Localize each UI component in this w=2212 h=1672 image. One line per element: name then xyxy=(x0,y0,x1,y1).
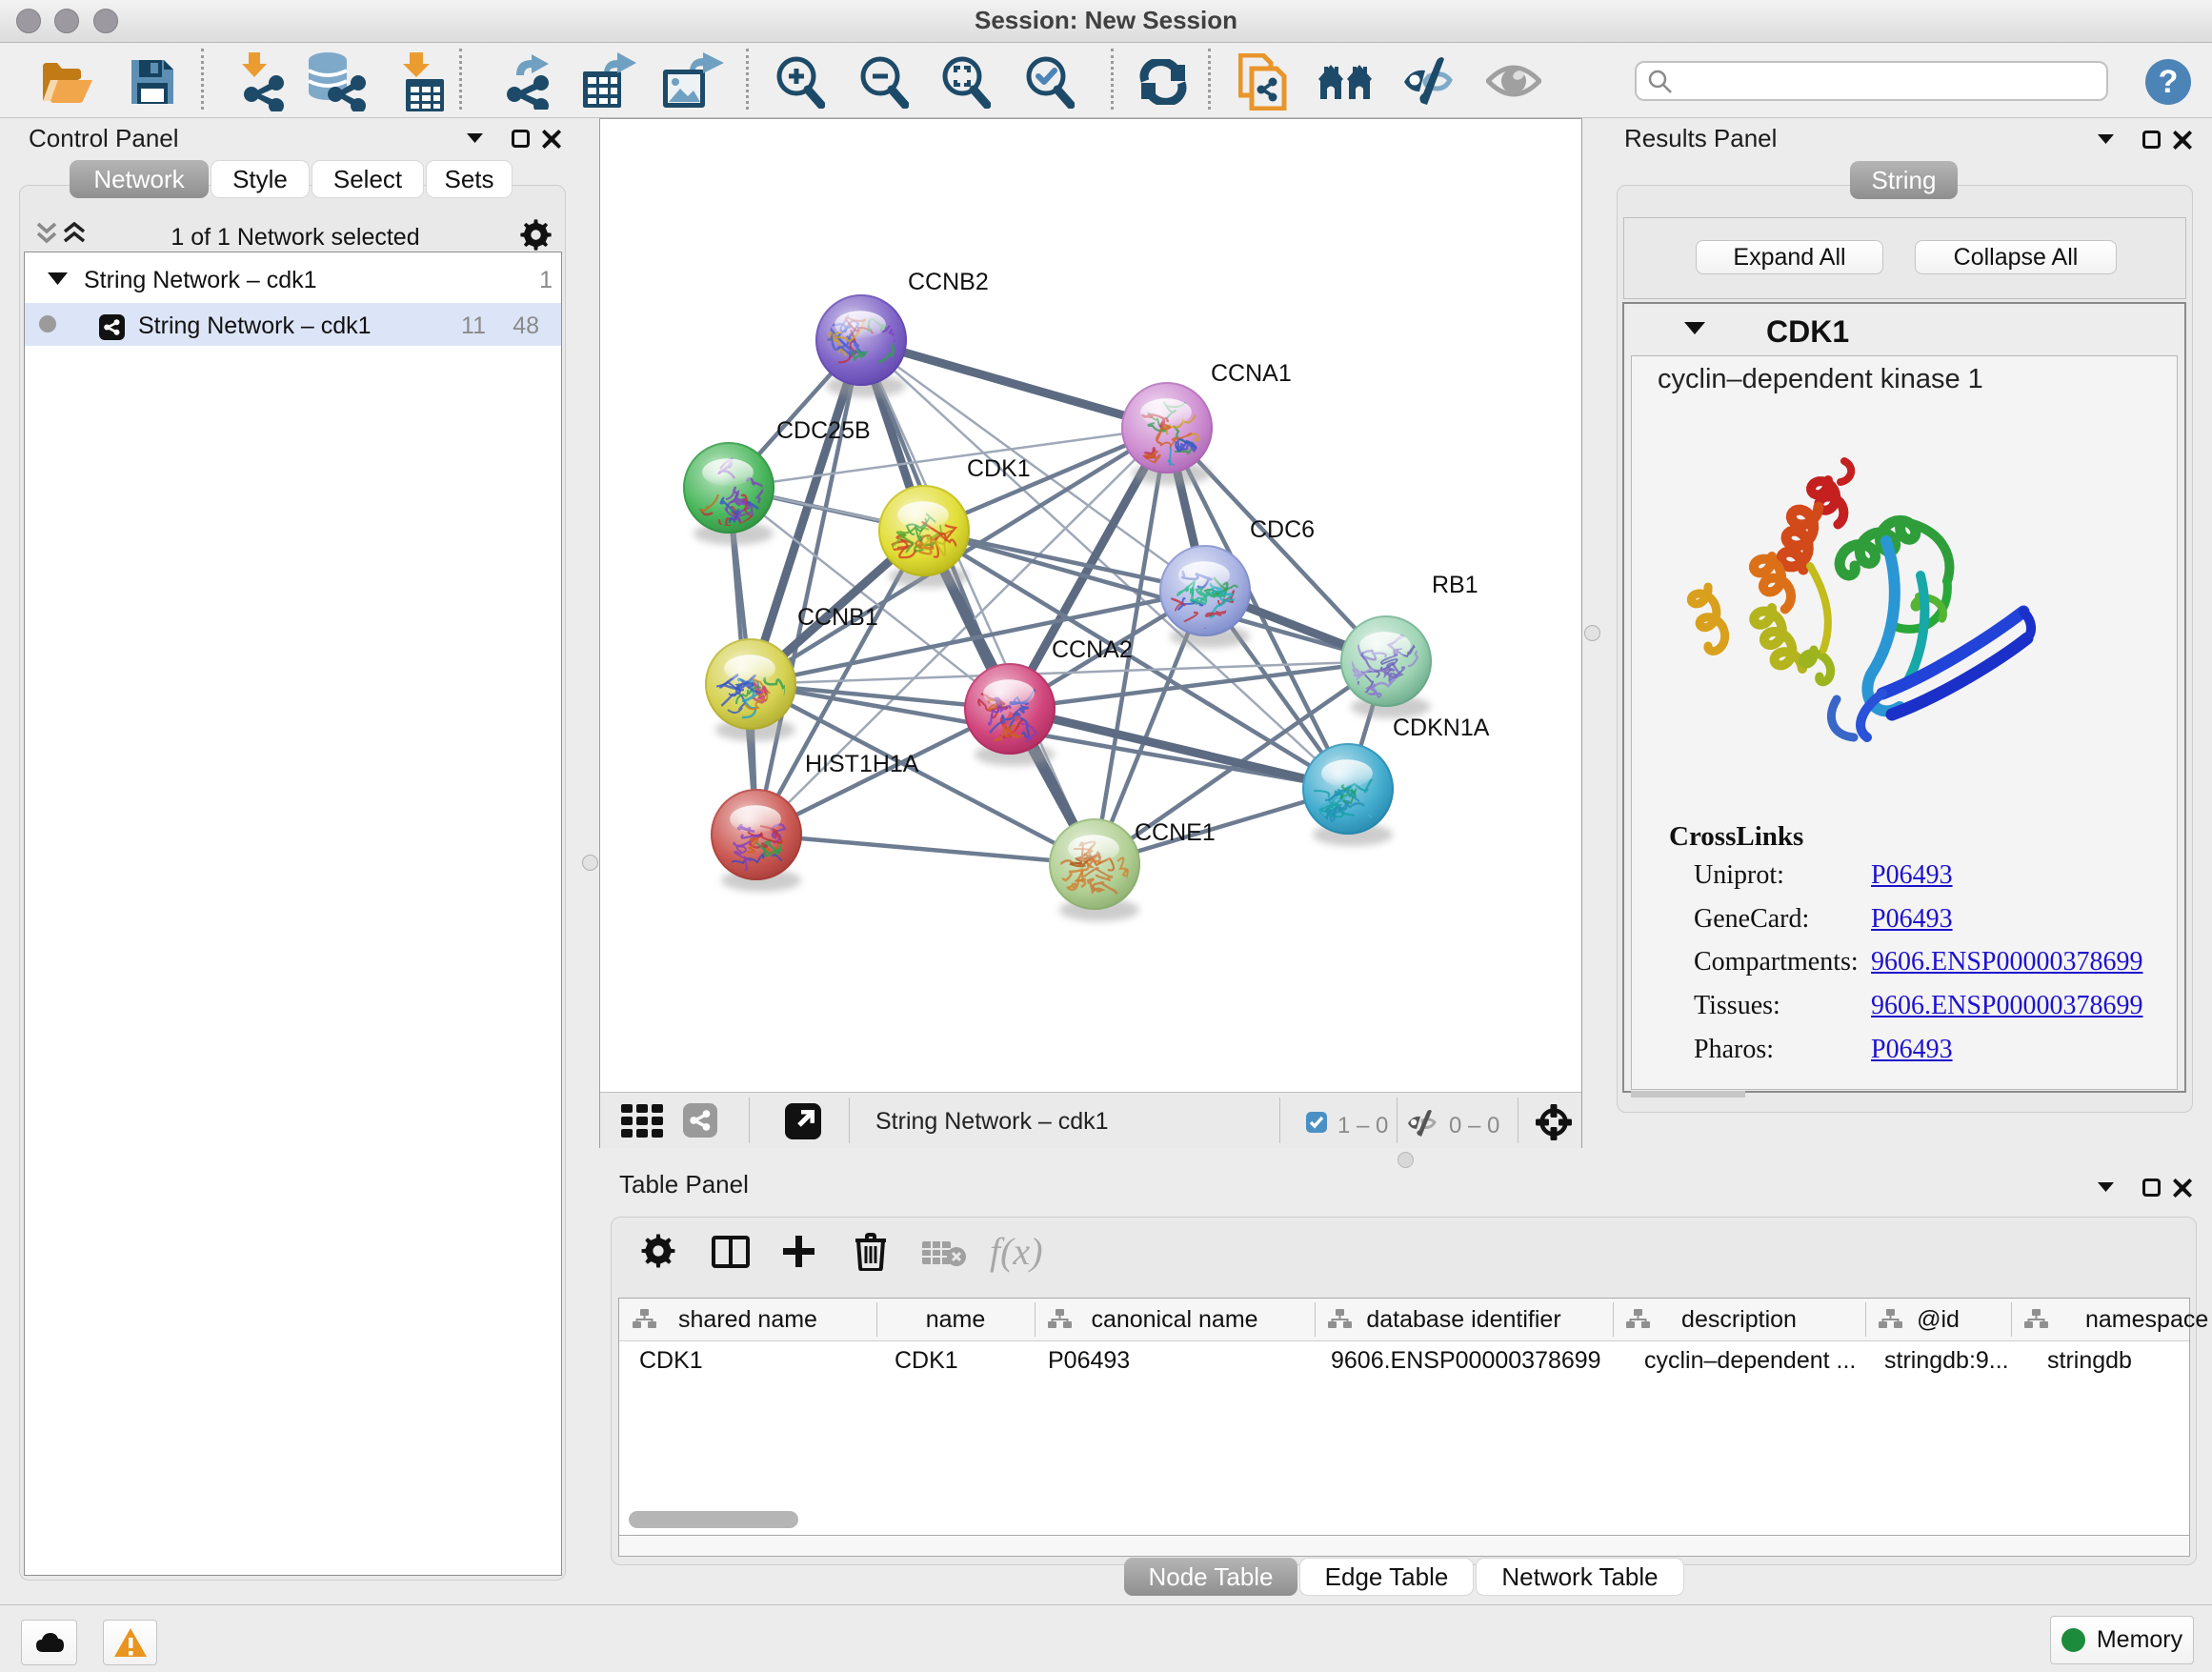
svg-text:HIST1H1A: HIST1H1A xyxy=(805,751,919,777)
svg-text:RB1: RB1 xyxy=(1432,572,1478,598)
svg-text:CDC25B: CDC25B xyxy=(776,417,871,444)
svg-text:CDK1: CDK1 xyxy=(967,455,1031,482)
svg-text:CDC6: CDC6 xyxy=(1250,516,1315,543)
svg-text:CCNB2: CCNB2 xyxy=(908,269,989,295)
svg-text:CDKN1A: CDKN1A xyxy=(1393,715,1490,741)
svg-text:CCNB1: CCNB1 xyxy=(797,604,878,631)
svg-text:CCNA2: CCNA2 xyxy=(1052,636,1133,663)
svg-text:CCNA1: CCNA1 xyxy=(1211,360,1292,387)
svg-text:CCNE1: CCNE1 xyxy=(1135,819,1216,846)
